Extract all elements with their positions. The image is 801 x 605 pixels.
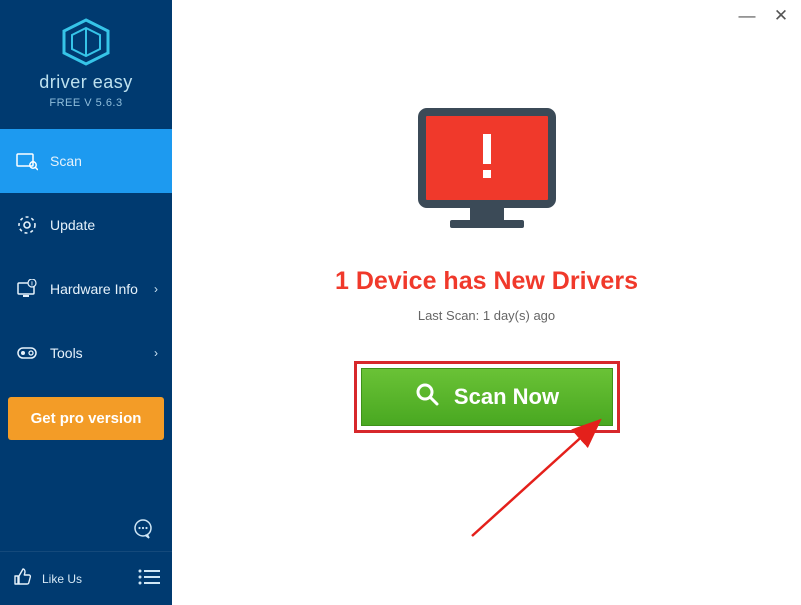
- main-panel: — ✕ 1 Device has New Drivers Last Scan: …: [172, 0, 801, 605]
- sidebar-item-hardware-info[interactable]: i Hardware Info ›: [0, 257, 172, 321]
- last-scan-text: Last Scan: 1 day(s) ago: [418, 308, 555, 323]
- chevron-right-icon: ›: [154, 282, 158, 296]
- like-label: Like Us: [42, 572, 128, 586]
- hardware-info-icon: i: [14, 279, 40, 299]
- scan-now-button[interactable]: Scan Now: [361, 368, 613, 426]
- magnifier-icon: [414, 381, 440, 413]
- chevron-right-icon: ›: [154, 346, 158, 360]
- scan-icon: [14, 151, 40, 171]
- sidebar-item-label: Scan: [50, 153, 158, 169]
- sidebar: driver easy FREE V 5.6.3 Scan Update i H…: [0, 0, 172, 605]
- logo-block: driver easy FREE V 5.6.3: [0, 0, 172, 119]
- sidebar-item-tools[interactable]: Tools ›: [0, 321, 172, 385]
- sidebar-item-label: Update: [50, 217, 158, 233]
- window-controls: — ✕: [737, 6, 791, 26]
- sidebar-bottom-bar: Like Us: [0, 551, 172, 605]
- arrow-annotation-icon: [464, 416, 614, 546]
- brand-text: driver easy: [0, 72, 172, 93]
- get-pro-label: Get pro version: [31, 410, 142, 427]
- sidebar-nav: Scan Update i Hardware Info › Tools ›: [0, 129, 172, 385]
- menu-icon[interactable]: [138, 569, 160, 588]
- feedback-icon[interactable]: [132, 518, 156, 543]
- logo-icon: [60, 18, 112, 66]
- version-text: FREE V 5.6.3: [0, 97, 172, 109]
- scan-button-highlight: Scan Now: [354, 361, 620, 433]
- update-icon: [14, 214, 40, 236]
- scan-now-label: Scan Now: [454, 384, 559, 410]
- sidebar-item-scan[interactable]: Scan: [0, 129, 172, 193]
- get-pro-button[interactable]: Get pro version: [8, 397, 164, 440]
- tools-icon: [14, 343, 40, 363]
- status-headline: 1 Device has New Drivers: [335, 267, 638, 296]
- sidebar-item-label: Hardware Info: [50, 281, 154, 297]
- minimize-button[interactable]: —: [737, 6, 757, 26]
- like-icon[interactable]: [12, 567, 32, 590]
- close-button[interactable]: ✕: [771, 6, 791, 26]
- sidebar-item-update[interactable]: Update: [0, 193, 172, 257]
- alert-monitor-icon: [412, 106, 562, 241]
- sidebar-item-label: Tools: [50, 345, 154, 361]
